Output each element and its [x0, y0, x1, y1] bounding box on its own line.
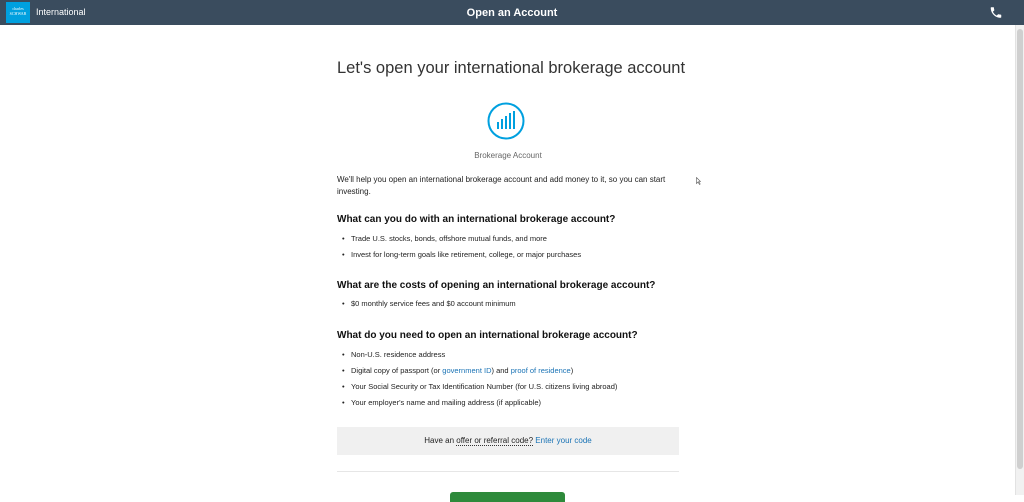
offer-code-box: Have an offer or referral code? Enter yo…	[337, 427, 679, 455]
section-heading-requirements: What do you need to open an internationa…	[337, 330, 638, 341]
page-title: Open an Account	[466, 7, 558, 19]
list-item: $0 monthly service fees and $0 account m…	[337, 300, 516, 316]
offer-prefix: Have an	[424, 436, 457, 445]
list-item: Invest for long-term goals like retireme…	[337, 251, 581, 267]
section-heading-costs: What are the costs of opening an interna…	[337, 280, 656, 291]
phone-icon[interactable]	[989, 5, 1003, 20]
mouse-cursor-icon	[696, 177, 701, 185]
passport-text: Digital copy of passport (or	[351, 366, 443, 375]
enter-code-link[interactable]: Enter your code	[535, 436, 591, 445]
proof-of-residence-link[interactable]: proof of residence	[511, 366, 571, 375]
capabilities-list: Trade U.S. stocks, bonds, offshore mutua…	[337, 235, 581, 267]
scrollbar[interactable]	[1015, 25, 1024, 495]
list-item: Trade U.S. stocks, bonds, offshore mutua…	[337, 235, 581, 251]
offer-tooltip-term[interactable]: offer or referral code?	[456, 436, 534, 446]
intro-text: We'll help you open an international bro…	[337, 175, 666, 196]
main-heading: Let's open your international brokerage …	[337, 59, 686, 77]
passport-and-text: ) and	[491, 366, 511, 375]
list-item: Non-U.S. residence address	[337, 351, 617, 367]
costs-list: $0 monthly service fees and $0 account m…	[337, 300, 516, 316]
account-type-label: Brokerage Account	[474, 151, 542, 160]
bar-chart-icon	[487, 102, 525, 140]
divider	[337, 471, 679, 472]
government-id-link[interactable]: government ID	[442, 366, 491, 375]
top-bar: charles SCHWAB International Open an Acc…	[0, 0, 1024, 25]
continue-button[interactable]	[450, 492, 565, 502]
list-item: Your Social Security or Tax Identificati…	[337, 383, 617, 399]
requirements-list: Non-U.S. residence address Digital copy …	[337, 351, 617, 415]
section-heading-capabilities: What can you do with an international br…	[337, 214, 616, 225]
list-item: Digital copy of passport (or government …	[337, 367, 617, 383]
scroll-thumb[interactable]	[1017, 29, 1023, 469]
list-item: Your employer's name and mailing address…	[337, 399, 617, 415]
